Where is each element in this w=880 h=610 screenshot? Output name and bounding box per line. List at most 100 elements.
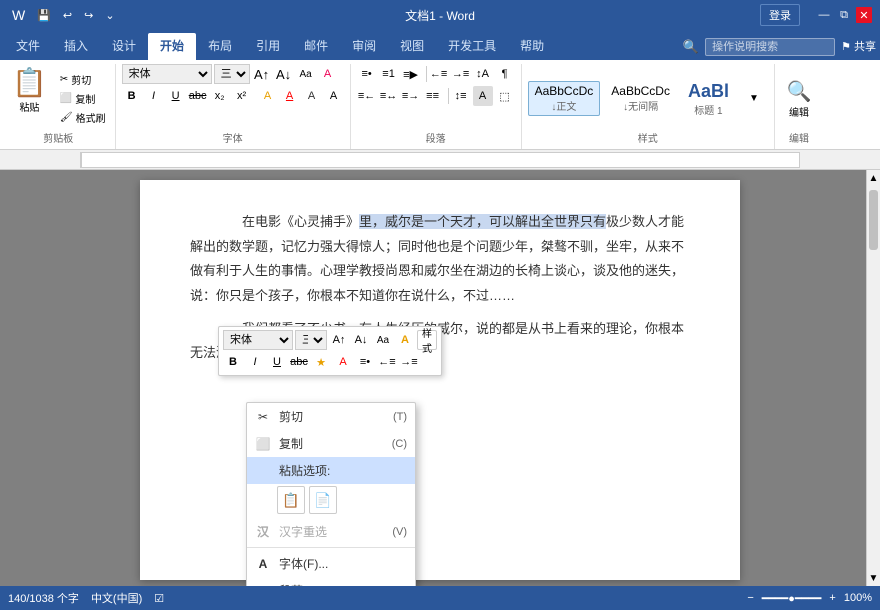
- scrollbar-thumb[interactable]: [869, 190, 878, 250]
- mini-italic-btn[interactable]: I: [245, 352, 265, 372]
- ctx-paragraph[interactable]: ≡ 段落(P)...: [247, 577, 415, 586]
- tab-review[interactable]: 审阅: [340, 33, 388, 60]
- login-button[interactable]: 登录: [760, 4, 800, 26]
- mini-toolbar-row-1: 宋体 三号 A↑ A↓ Aa A 样式: [223, 330, 437, 350]
- line-spacing-btn[interactable]: ↕≡: [451, 86, 471, 106]
- zoom-in-btn[interactable]: +: [829, 592, 835, 604]
- font-size-select[interactable]: 三号: [214, 64, 250, 84]
- minimize-button[interactable]: —: [816, 7, 832, 23]
- customize-btn[interactable]: ⌄: [101, 7, 118, 24]
- paste-merge-fmt[interactable]: 📄: [309, 486, 337, 514]
- mini-highlight2-btn[interactable]: ★: [311, 352, 331, 372]
- justify-btn[interactable]: ≡≡: [423, 86, 443, 106]
- tab-dev[interactable]: 开发工具: [436, 33, 508, 60]
- font-color-btn[interactable]: A: [280, 86, 300, 106]
- mini-decrease-indent-btn[interactable]: ←≡: [377, 352, 397, 372]
- ctx-hanzi-label: 汉字重选: [279, 523, 327, 540]
- mini-bold-btn[interactable]: B: [223, 352, 243, 372]
- mini-size-select[interactable]: 三号: [295, 330, 327, 350]
- tab-insert[interactable]: 插入: [52, 33, 100, 60]
- paste-keep-src[interactable]: 📋: [277, 486, 305, 514]
- tab-mail[interactable]: 邮件: [292, 33, 340, 60]
- align-center-btn[interactable]: ≡↔: [379, 86, 399, 106]
- ctx-paste-options[interactable]: 粘贴选项:: [247, 457, 415, 484]
- paste-button[interactable]: 📋 粘贴: [8, 64, 51, 133]
- mini-decrease-font[interactable]: A↓: [351, 330, 371, 350]
- style-normal[interactable]: AaBbCcDc ↓正文: [528, 81, 601, 116]
- mini-font-color-btn[interactable]: A: [333, 352, 353, 372]
- tab-home[interactable]: 开始: [148, 33, 196, 60]
- shading-btn[interactable]: A: [473, 86, 493, 106]
- mini-increase-font[interactable]: A↑: [329, 330, 349, 350]
- tab-design[interactable]: 设计: [100, 33, 148, 60]
- subscript-button[interactable]: x₂: [210, 86, 230, 106]
- font-color2-btn[interactable]: A: [302, 86, 322, 106]
- change-case-btn[interactable]: Aa: [296, 64, 316, 84]
- style-heading1-preview: AaBl: [688, 81, 729, 102]
- font-name-select[interactable]: 宋体: [122, 64, 212, 84]
- decrease-indent-btn[interactable]: ←≡: [429, 64, 449, 84]
- show-marks-btn[interactable]: ¶: [495, 64, 515, 84]
- close-button[interactable]: ✕: [856, 7, 872, 23]
- mini-style-btn[interactable]: 样式: [417, 330, 437, 350]
- bullets-btn[interactable]: ≡•: [357, 64, 377, 84]
- scrollbar-vertical[interactable]: ▲ ▼: [866, 170, 880, 586]
- zoom-out-btn[interactable]: −: [747, 592, 753, 604]
- format-paint-button[interactable]: 🖌 格式刷: [57, 109, 109, 126]
- tab-help[interactable]: 帮助: [508, 33, 556, 60]
- decrease-font-btn[interactable]: A↓: [274, 64, 294, 84]
- tab-layout[interactable]: 布局: [196, 33, 244, 60]
- style-nospace[interactable]: AaBbCcDc ↓无间隔: [604, 81, 677, 116]
- redo-btn[interactable]: ↪: [80, 7, 97, 24]
- paragraph-1: 在电影《心灵捕手》里，威尔是一个天才，可以解出全世界只有极少数人才能解出的数学题…: [190, 210, 690, 309]
- mini-font-select[interactable]: 宋体: [223, 330, 293, 350]
- styles-expand-btn[interactable]: ▼: [740, 91, 768, 106]
- undo-btn[interactable]: ↩: [59, 7, 76, 24]
- sort-btn[interactable]: ↕A: [473, 64, 493, 84]
- save-btn[interactable]: 💾: [33, 7, 55, 24]
- restore-button[interactable]: ⧉: [836, 7, 852, 23]
- share-button[interactable]: ⚑ 共享: [841, 38, 876, 54]
- tab-file[interactable]: 文件: [4, 33, 52, 60]
- multilevel-btn[interactable]: ≡▶: [401, 64, 421, 84]
- cut-label: 剪切: [71, 72, 91, 87]
- ctx-cut[interactable]: ✂ 剪切 (T): [247, 403, 415, 430]
- increase-font-btn[interactable]: A↑: [252, 64, 272, 84]
- align-left-btn[interactable]: ≡←: [357, 86, 377, 106]
- mini-strikethrough-btn[interactable]: abc: [289, 352, 309, 372]
- zoom-slider[interactable]: ━━━━●━━━━: [762, 592, 822, 605]
- ctx-cut-shortcut: (T): [393, 411, 407, 423]
- underline-button[interactable]: U: [166, 86, 186, 106]
- numbering-btn[interactable]: ≡1: [379, 64, 399, 84]
- bold-button[interactable]: B: [122, 86, 142, 106]
- ctx-font[interactable]: A 字体(F)...: [247, 550, 415, 577]
- align-right-btn[interactable]: ≡→: [401, 86, 421, 106]
- cut-icon: ✂: [60, 74, 68, 85]
- ctx-copy-label: 复制: [279, 435, 303, 452]
- mini-case-btn[interactable]: Aa: [373, 330, 393, 350]
- superscript-button[interactable]: x²: [232, 86, 252, 106]
- increase-indent-btn[interactable]: →≡: [451, 64, 471, 84]
- tab-view[interactable]: 视图: [388, 33, 436, 60]
- clear-format-btn[interactable]: A: [318, 64, 338, 84]
- copy-button[interactable]: ⬜ 复制: [57, 90, 109, 107]
- style-heading1[interactable]: AaBl 标题 1: [681, 78, 736, 120]
- mini-highlight-btn[interactable]: A: [395, 330, 415, 350]
- mini-bullets-btn[interactable]: ≡•: [355, 352, 375, 372]
- ribbon-search-input[interactable]: [705, 38, 835, 56]
- ctx-copy[interactable]: ⬜ 复制 (C): [247, 430, 415, 457]
- find-button[interactable]: 🔍 编辑: [781, 75, 817, 123]
- scroll-up-btn[interactable]: ▲: [867, 170, 880, 186]
- document-page[interactable]: 在电影《心灵捕手》里，威尔是一个天才，可以解出全世界只有极少数人才能解出的数学题…: [140, 180, 740, 580]
- text-highlight-btn[interactable]: A: [258, 86, 278, 106]
- strikethrough-button[interactable]: abc: [188, 86, 208, 106]
- italic-button[interactable]: I: [144, 86, 164, 106]
- mini-underline-btn[interactable]: U: [267, 352, 287, 372]
- font-group: 宋体 三号 A↑ A↓ Aa A B I U abc x₂ x² A A A A: [118, 64, 351, 149]
- borders-btn[interactable]: ⬚: [495, 86, 515, 106]
- tab-reference[interactable]: 引用: [244, 33, 292, 60]
- mini-increase-indent-btn[interactable]: →≡: [399, 352, 419, 372]
- scroll-down-btn[interactable]: ▼: [867, 570, 880, 586]
- text-effects-btn[interactable]: A: [324, 86, 344, 106]
- cut-button[interactable]: ✂ 剪切: [57, 71, 109, 88]
